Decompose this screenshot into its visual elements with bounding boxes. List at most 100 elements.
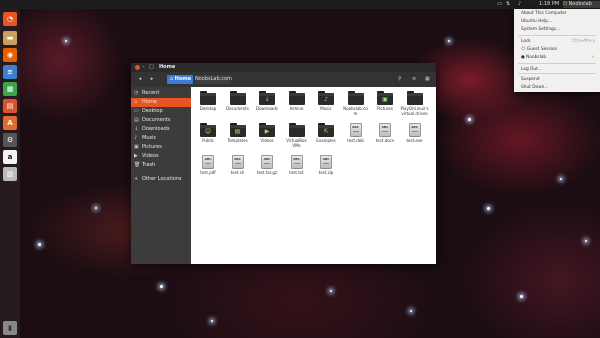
menu-item-system-settings[interactable]: System Settings... (521, 26, 599, 33)
file-name-label: test.txt (289, 170, 304, 175)
sidebar-item-label: Desktop (142, 108, 163, 114)
sidebar-item-label: Documents (142, 117, 171, 123)
clock[interactable]: 1:18 PM (539, 1, 559, 8)
folder-emblem-icon (234, 96, 242, 103)
back-button[interactable]: ◂ (135, 75, 145, 84)
sidebar-item-label: Home (142, 99, 157, 105)
calc-icon[interactable]: ▦ (3, 82, 17, 96)
document-icon-lettering: ABC (293, 157, 300, 161)
menu-item-lock[interactable]: Lock Ctrl+Alt+L (521, 38, 599, 45)
document-icon-lettering: ABC (352, 125, 359, 129)
view-options-icon[interactable]: ≡ (412, 75, 416, 84)
file-item[interactable]: ABC test.pdf (194, 155, 222, 187)
forward-button[interactable]: ▸ (147, 75, 157, 84)
file-name-label: PlayOnLinux's virtual drives (400, 106, 429, 116)
network-icon[interactable]: ⇅ (506, 1, 510, 8)
folder-item[interactable]: ⇱ Examples (312, 123, 340, 155)
sidebar-item-trash[interactable]: 🗑 Trash (131, 161, 191, 170)
path-home-button[interactable]: ⌂ Home (167, 75, 193, 84)
file-item[interactable]: ABC test.zip (312, 155, 340, 187)
menu-item-noobslab[interactable]: ● Noobslab ✓ (521, 54, 599, 61)
folder-icon (347, 91, 364, 105)
path-crumb-button[interactable]: NoobsLab.com (195, 75, 232, 84)
file-item[interactable]: ABC test.docx (371, 123, 399, 155)
sidebar-item-music[interactable]: ♪ Music (131, 134, 191, 143)
folder-item[interactable]: PlayOnLinux's virtual drives (401, 91, 429, 123)
firefox-icon[interactable]: ◉ (3, 48, 17, 62)
menu-item-ubuntu-help[interactable]: Ubuntu Help... (521, 18, 599, 25)
menu-item-guest-session[interactable]: ☺ Guest Session (521, 46, 599, 53)
keyboard-icon[interactable]: ▭ (497, 1, 502, 8)
menu-item-about-this-computer[interactable]: About This Computer (521, 10, 599, 17)
file-name-label: Downloads (256, 106, 278, 111)
impress-icon[interactable]: ▤ (3, 99, 17, 113)
folder-emblem-icon (204, 96, 212, 103)
sidebar-item-videos[interactable]: ▶ Videos (131, 152, 191, 161)
maximize-button[interactable]: □ (149, 64, 154, 71)
power-icon: ⏻ (563, 1, 567, 7)
search-icon[interactable]: ⚲ (398, 75, 402, 84)
title-bar: – □ Home (131, 63, 436, 72)
folder-item[interactable]: ▣ Pictures (371, 91, 399, 123)
folder-item[interactable]: ☺ Public (194, 123, 222, 155)
software-center-icon[interactable]: A (3, 116, 17, 130)
sidebar-item-other-locations[interactable]: + Other Locations (131, 175, 191, 184)
file-name-label: test.pdf (200, 170, 216, 175)
star (38, 243, 41, 246)
settings-icon[interactable]: ⚙ (3, 133, 17, 147)
dash-icon[interactable]: ◔ (3, 12, 17, 26)
folder-emblem-icon (293, 128, 301, 135)
trash-icon[interactable]: ▮ (3, 321, 17, 335)
sidebar-item-documents[interactable]: ▤ Documents (131, 116, 191, 125)
sidebar-item-icon: ♪ (134, 135, 138, 141)
active-status-icon: ✓ (591, 55, 595, 60)
document-icon: ABC (320, 155, 332, 169)
writer-icon[interactable]: ≡ (3, 65, 17, 79)
menu-item-suspend[interactable]: Suspend (521, 76, 599, 83)
sidebar-item-icon: 🗑 (134, 162, 141, 168)
file-name-label: test.exe (406, 138, 423, 143)
sidebar-item-downloads[interactable]: ↓ Downloads (131, 125, 191, 134)
folder-item[interactable]: ▤ Templates (224, 123, 252, 155)
folder-icon (288, 123, 305, 137)
amazon-icon[interactable]: a (3, 150, 17, 164)
folder-item[interactable]: VirtualBox VMs (283, 123, 311, 155)
sidebar-item-home[interactable]: ⌂ Home (131, 98, 191, 107)
folder-item[interactable]: ▶ Videos (253, 123, 281, 155)
folder-item[interactable]: ↓ Downloads (253, 91, 281, 123)
sidebar-item-pictures[interactable]: ▣ Pictures (131, 143, 191, 152)
folder-item[interactable]: Documents (224, 91, 252, 123)
close-button[interactable] (135, 65, 140, 70)
sidebar-item-desktop[interactable]: ▭ Desktop (131, 107, 191, 116)
file-item[interactable]: ABC test.deb (342, 123, 370, 155)
home-icon: ⌂ (170, 76, 174, 82)
files-icon[interactable]: ▬ (3, 31, 17, 45)
file-name-label: test.docx (375, 138, 395, 143)
sidebar-item-label: Downloads (142, 126, 170, 132)
file-item[interactable]: ABC test.txt (283, 155, 311, 187)
path-home-label: Home (174, 76, 192, 82)
menu-item-log-out[interactable]: Log Out... (521, 66, 599, 73)
file-name-label: test.tar.gz (256, 170, 278, 175)
user-menu-button[interactable]: ⏻ Noobslab (563, 1, 600, 8)
folder-item[interactable]: Noobslab.com (342, 91, 370, 123)
document-icon-lettering: ABC (263, 157, 271, 161)
grid-view-icon[interactable]: ▦ (425, 75, 430, 84)
file-item[interactable]: ABC test.exe (401, 123, 429, 155)
folder-item[interactable]: Inmine (283, 91, 311, 123)
folder-emblem-icon: ♪ (324, 96, 328, 103)
folder-icon: ▤ (229, 123, 246, 137)
toolbar: ◂ ▸ ⌂ Home NoobsLab.com ⚲ ≡ ▦ (131, 72, 436, 87)
file-name-label: test.deb (347, 138, 364, 143)
folder-emblem-icon: ↓ (264, 96, 270, 103)
volume-icon[interactable]: ♪ (518, 1, 521, 8)
menu-item-shut-down[interactable]: Shut Down... (521, 84, 599, 91)
sidebar-item-recent[interactable]: ◷ Recent (131, 89, 191, 98)
file-item[interactable]: ABC test.tar.gz (253, 155, 281, 187)
minimize-button[interactable]: – (142, 64, 145, 71)
workspaces-icon[interactable]: ▥ (3, 167, 17, 181)
file-item[interactable]: ABC test.sh (224, 155, 252, 187)
folder-item[interactable]: Desktop (194, 91, 222, 123)
folder-item[interactable]: ♪ Music (312, 91, 340, 123)
sidebar-item-icon: ▶ (134, 153, 138, 159)
